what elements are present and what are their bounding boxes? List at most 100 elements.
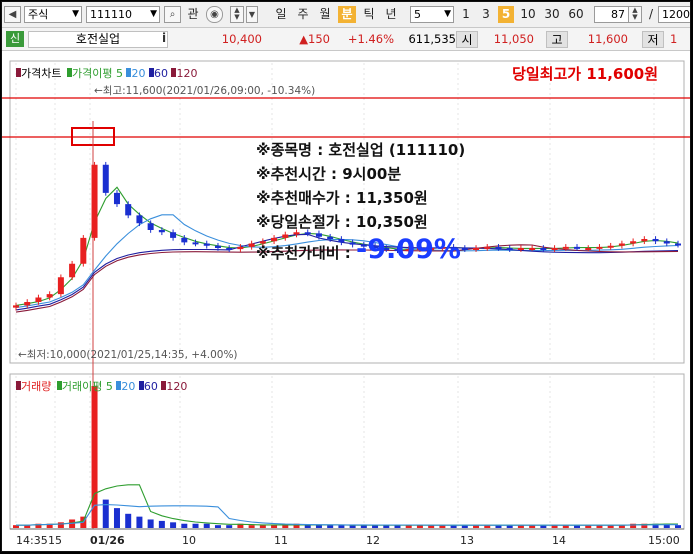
volume-bar — [102, 499, 109, 528]
candle — [237, 246, 244, 250]
x-axis-label: 10 — [182, 534, 196, 547]
toolbar: ◀ 주식 ▼ 111110 ▼ ⌕ 관 ◉ ▲ ▼ ▼ 일 주 월 분 틱 년 5 ▼ … — [2, 2, 690, 28]
candle — [574, 246, 581, 249]
current-price: 10,400 — [221, 32, 262, 46]
return-value: -9.09% — [356, 234, 461, 265]
candle — [495, 246, 502, 249]
interval-3[interactable]: 3 — [478, 6, 494, 23]
candle — [181, 237, 188, 243]
volume-bar — [248, 525, 255, 528]
magnifier-icon[interactable]: ⌕ — [164, 6, 181, 23]
market-select[interactable]: 주식 ▼ — [24, 6, 82, 23]
candle — [24, 302, 31, 306]
interval-30[interactable]: 30 — [542, 6, 562, 23]
candle — [596, 246, 603, 249]
volume-bar — [125, 513, 132, 528]
candle — [540, 248, 547, 250]
period-month[interactable]: 월 — [316, 6, 334, 23]
candle — [91, 164, 98, 238]
ma20-label: 20 — [131, 67, 146, 80]
interval-10[interactable]: 10 — [518, 6, 538, 23]
candle — [80, 237, 87, 264]
candle — [484, 246, 491, 249]
interval-1[interactable]: 1 — [458, 6, 474, 23]
code-input[interactable]: 111110 ▼ — [86, 6, 160, 23]
price-volume-chart[interactable]: 14:35 15 01/26 10 11 12 13 14 15:00 — [2, 51, 691, 552]
candle — [57, 277, 64, 295]
candle — [125, 204, 132, 216]
candle — [675, 243, 681, 246]
candle — [147, 223, 154, 230]
change-percent: +1.46% — [347, 32, 394, 46]
volume-ma-label: 거래이평 — [61, 380, 103, 393]
period-day[interactable]: 일 — [272, 6, 290, 23]
min-price-note: ←최저:10,000(2021/01/25,14:35, +4.00%) — [18, 349, 238, 361]
ma120-label: 120 — [176, 67, 198, 80]
volume-bar — [57, 522, 64, 528]
count-input-value: 87 — [611, 8, 625, 21]
x-axis-label: 15 — [48, 534, 62, 547]
volume-bar — [315, 525, 322, 528]
chevron-down-icon: ▼ — [444, 9, 451, 19]
volume-bar — [304, 525, 311, 528]
price-legend-title: 가격차트 — [21, 67, 62, 80]
volume-bar — [91, 386, 98, 528]
daily-high-headline: 당일최고가 11,600원 — [512, 65, 658, 83]
max-price-note: ←최고:11,600(2021/01/26,09:00, -10.34%) — [94, 85, 316, 97]
interval-select-value: 5 — [414, 8, 421, 21]
ma60-label: 60 — [153, 67, 168, 80]
ma-label: 가격이평 — [71, 67, 113, 80]
x-axis-label: 12 — [366, 534, 380, 547]
high-price: 11,600 — [587, 32, 628, 46]
candle — [618, 243, 625, 246]
candle — [585, 248, 592, 250]
low-label: 저 — [642, 31, 664, 48]
interval-5-active[interactable]: 5 — [498, 6, 514, 23]
candle — [102, 164, 109, 193]
candle — [113, 192, 120, 205]
total-input[interactable]: 1200 — [658, 6, 690, 23]
price-legend: 가격차트 가격이평 5 20 60 120 — [16, 65, 197, 81]
volume-bar — [214, 525, 221, 528]
open-label: 시 — [456, 31, 478, 48]
volume-legend-title: 거래량 — [21, 380, 52, 393]
candle — [35, 297, 42, 302]
volume-bar — [259, 525, 266, 528]
chart-background — [2, 51, 690, 551]
candle — [248, 243, 255, 247]
spin-arrows-icon[interactable]: ▲ ▼ — [230, 6, 244, 23]
vma5-label: 5 — [105, 380, 113, 393]
stock-name[interactable]: 호전실업 — [28, 31, 168, 48]
period-week[interactable]: 주 — [294, 6, 312, 23]
bell-icon[interactable]: ◉ — [206, 6, 223, 23]
volume-bar — [675, 525, 681, 528]
volume-bar — [282, 525, 289, 528]
spin-arrows-icon[interactable]: ▲ ▼ — [628, 6, 642, 23]
x-axis-label: 14 — [552, 534, 566, 547]
volume-bar — [327, 525, 334, 528]
x-axis-label: 01/26 — [90, 534, 125, 547]
code-input-value: 111110 — [90, 8, 132, 21]
info-icon[interactable]: i — [162, 31, 166, 45]
x-axis-label: 13 — [460, 534, 474, 547]
interval-60[interactable]: 60 — [566, 6, 586, 23]
candle — [203, 243, 210, 246]
x-axis-label: 14:35 — [16, 534, 48, 547]
trade-volume: 611,535 — [408, 32, 456, 46]
period-tick[interactable]: 틱 — [360, 6, 378, 23]
market-select-value: 주식 — [28, 8, 49, 21]
recommendation-box: ※종목명 : 호전실업 (111110) ※추천시간 : 9시00분 ※추천매수… — [256, 138, 465, 265]
candle — [473, 248, 480, 250]
chevron-down-icon[interactable]: ▼ — [246, 6, 258, 23]
return-label: ※추천가대비 : — [256, 244, 357, 262]
volume-bar — [113, 508, 120, 528]
prev-button[interactable]: ◀ — [4, 6, 21, 23]
chevron-down-icon: ▼ — [150, 9, 157, 19]
relation-button[interactable]: 관 — [184, 6, 202, 23]
interval-select[interactable]: 5 ▼ — [410, 6, 454, 23]
vma60-label: 60 — [143, 380, 158, 393]
period-minute-active[interactable]: 분 — [338, 6, 356, 23]
total-input-value: 1200 — [662, 8, 690, 21]
period-year[interactable]: 년 — [382, 6, 400, 23]
price-change: ▲150 — [299, 32, 330, 46]
